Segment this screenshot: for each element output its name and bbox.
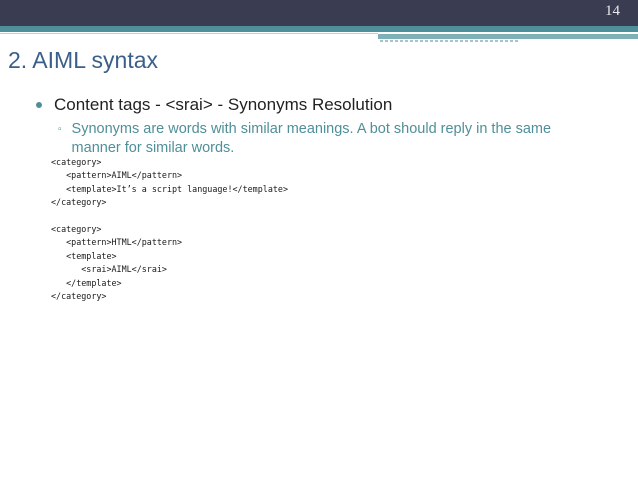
slide-title: 2. AIML syntax [8, 47, 158, 73]
code-line: <category> [51, 223, 102, 234]
slide-top-bar: 14 [0, 0, 638, 26]
decorative-dotted-line [380, 40, 520, 42]
code-line: <category> [51, 157, 102, 167]
decorative-teal-band-right [378, 34, 638, 39]
code-line: <pattern>AIML</pattern> [51, 170, 183, 181]
code-line: </category> [51, 197, 107, 208]
sub-bullet-text: Synonyms are words with similar meanings… [71, 121, 552, 156]
main-bullet: Content tags - <srai> - Synonyms Resolut… [36, 95, 392, 115]
code-block: <category> <pattern>AIML</pattern> <temp… [51, 156, 288, 303]
decorative-teal-band [0, 26, 638, 32]
slide-number: 14 [605, 3, 620, 19]
main-bullet-text: Content tags - <srai> - Synonyms Resolut… [54, 95, 393, 114]
bullet-dot-icon [36, 102, 42, 108]
code-line: <srai>AIML</srai> [51, 264, 167, 275]
code-line: <pattern>HTML</pattern> [51, 237, 183, 248]
code-line: </category> [51, 290, 107, 301]
code-line: <template>It’s a script language!</templ… [51, 183, 288, 194]
code-line: </template> [51, 277, 122, 288]
code-line: <template> [51, 250, 117, 261]
square-bullet-icon: ▫ [58, 124, 62, 135]
decorative-thin-line [0, 33, 378, 34]
sub-bullet: ▫ Synonyms are words with similar meanin… [58, 120, 578, 158]
